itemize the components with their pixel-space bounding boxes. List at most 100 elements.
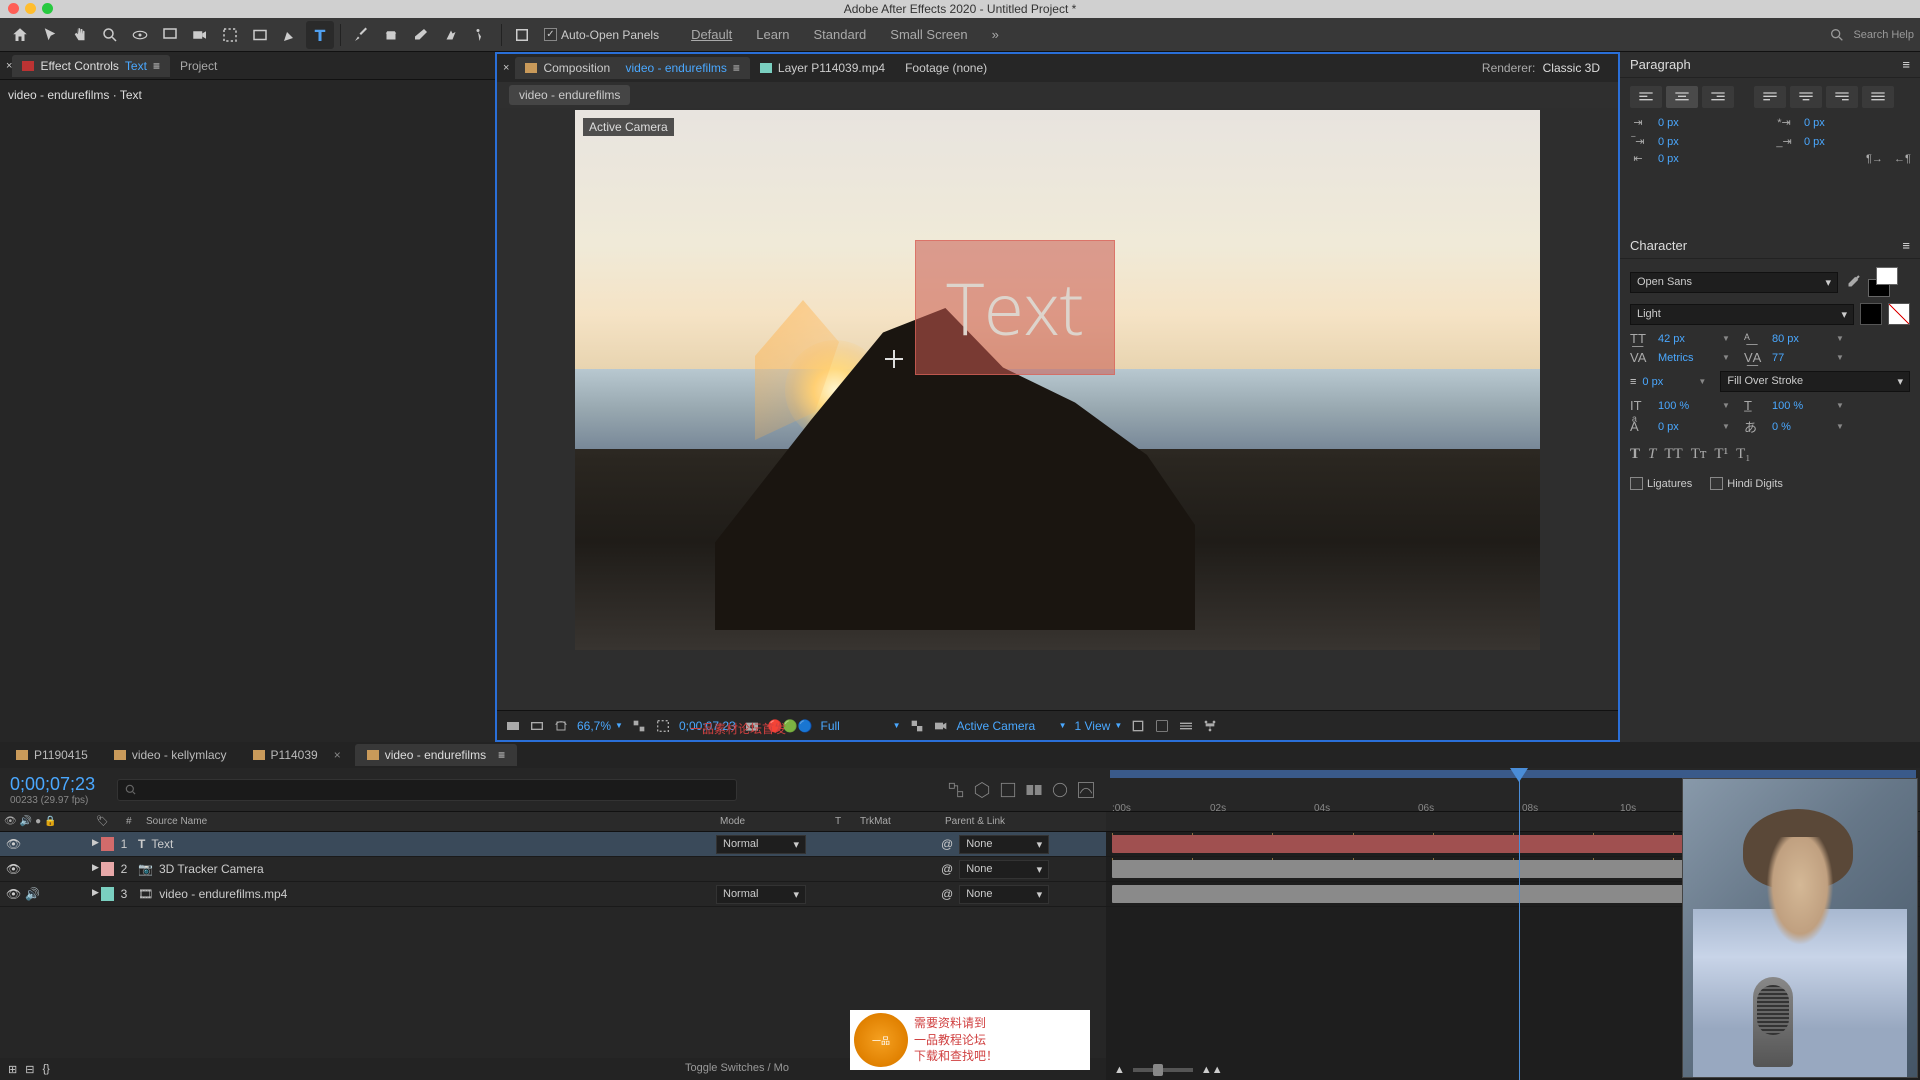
panel-menu-icon[interactable]: ≡ (1902, 238, 1910, 253)
layer-row-camera[interactable]: 👁 ▶ 2 📷3D Tracker Camera @None▾ (0, 857, 1106, 882)
timeline-tab-p1190415[interactable]: P1190415 (4, 744, 100, 766)
dropdown-icon[interactable]: ▼ (1722, 422, 1736, 431)
vscale-value[interactable]: 100 % (1658, 400, 1714, 412)
align-left[interactable] (1630, 86, 1662, 108)
justify-last-center[interactable] (1790, 86, 1822, 108)
frame-blend-icon[interactable] (1024, 780, 1044, 800)
secondary-swatch-black[interactable] (1860, 303, 1882, 325)
panel-menu-icon[interactable]: ≡ (153, 59, 160, 73)
audio-col-icon[interactable]: 🔊 (20, 816, 32, 827)
parent-dropdown[interactable]: None▾ (959, 835, 1049, 854)
dropdown-icon[interactable]: ▼ (1722, 353, 1736, 362)
timeline-tab-p114039[interactable]: P114039× (241, 744, 353, 766)
font-size-value[interactable]: 42 px (1658, 333, 1714, 345)
rectangle-tool[interactable] (246, 21, 274, 49)
project-tab[interactable]: Project (170, 55, 227, 77)
indent-right-value[interactable]: 0 px (1658, 153, 1854, 165)
hscale-value[interactable]: 100 % (1772, 400, 1828, 412)
anchor-point-icon[interactable] (885, 350, 903, 368)
dropdown-icon[interactable]: ▼ (1836, 334, 1850, 343)
workspace-default[interactable]: Default (691, 27, 732, 42)
workspace-standard[interactable]: Standard (814, 27, 867, 42)
workspace-overflow[interactable]: » (992, 27, 999, 42)
secondary-swatch-none[interactable] (1888, 303, 1910, 325)
clone-stamp-tool[interactable] (377, 21, 405, 49)
dropdown-icon[interactable]: ▼ (1836, 401, 1850, 410)
tsume-value[interactable]: 0 % (1772, 421, 1828, 433)
mask-toggle[interactable] (553, 718, 569, 734)
justify-last-right[interactable] (1826, 86, 1858, 108)
indent-first-value[interactable]: 0 px (1804, 117, 1910, 129)
superscript-toggle[interactable]: T¹ (1714, 446, 1728, 463)
stroke-width-value[interactable]: 0 px (1642, 376, 1692, 388)
roto-brush-tool[interactable] (437, 21, 465, 49)
fill-swatch[interactable] (1876, 267, 1898, 285)
all-caps-toggle[interactable]: TT (1664, 446, 1682, 463)
view-count-dropdown[interactable]: 1 View ▼ (1075, 719, 1123, 733)
orbit-tool[interactable] (126, 21, 154, 49)
timeline-tab-kellymlacy[interactable]: video - kellymlacy (102, 744, 239, 766)
visibility-toggle[interactable]: 👁 (6, 837, 21, 851)
justify-last-left[interactable] (1754, 86, 1786, 108)
zoom-dropdown[interactable]: 66,7% ▼ (577, 719, 623, 733)
parent-dropdown[interactable]: None▾ (959, 860, 1049, 879)
fast-preview-icon[interactable] (1154, 718, 1170, 734)
expand-icon[interactable]: ▶ (92, 887, 99, 901)
justify-all[interactable] (1862, 86, 1894, 108)
toggle-switches-modes[interactable]: Toggle Switches / Mo (685, 1062, 789, 1074)
parent-dropdown[interactable]: None▾ (959, 885, 1049, 904)
hindi-digits-checkbox[interactable]: Hindi Digits (1710, 477, 1783, 490)
tracking-value[interactable]: 77 (1772, 352, 1828, 364)
workspace-learn[interactable]: Learn (756, 27, 789, 42)
timeline-tab-endurefilms[interactable]: video - endurefilms≡ (355, 744, 517, 766)
stroke-mode-dropdown[interactable]: Fill Over Stroke▾ (1720, 371, 1910, 392)
zoom-in-icon[interactable]: ▲▲ (1201, 1064, 1223, 1076)
type-tool[interactable] (306, 21, 334, 49)
resolution-dropdown[interactable]: Full ▼ (821, 719, 901, 733)
faux-bold-toggle[interactable]: T (1630, 446, 1640, 463)
mode-header[interactable]: Mode (716, 816, 831, 827)
auto-open-panels-checkbox[interactable]: Auto-Open Panels (544, 28, 659, 42)
pickwhip-icon[interactable]: @ (941, 837, 953, 851)
toggle-switch-icon[interactable]: ⊞ (8, 1063, 17, 1076)
playhead-line[interactable] (1519, 768, 1520, 1080)
lock-col-icon[interactable]: 🔒 (44, 816, 56, 827)
pickwhip-icon[interactable]: @ (941, 862, 953, 876)
zoom-tool[interactable] (96, 21, 124, 49)
selection-tool[interactable] (36, 21, 64, 49)
layer-row-video[interactable]: 👁🔊 ▶ 3 🎞video - endurefilms.mp4 Normal▾ … (0, 882, 1106, 907)
fill-stroke-swatches[interactable] (1868, 267, 1910, 297)
rotation-tool[interactable] (156, 21, 184, 49)
source-name-header[interactable]: Source Name (142, 816, 716, 827)
expand-icon[interactable]: ▶ (92, 862, 99, 876)
audio-toggle[interactable]: 🔊 (25, 887, 40, 901)
space-after-value[interactable]: 0 px (1804, 136, 1910, 148)
align-center[interactable] (1666, 86, 1698, 108)
zoom-out-icon[interactable]: ▲ (1114, 1064, 1125, 1076)
footage-tab[interactable]: Footage (none) (895, 57, 997, 79)
layer-tab[interactable]: Layer P114039.mp4 (750, 57, 895, 79)
solo-col-icon[interactable]: ● (35, 816, 41, 827)
flowchart-icon[interactable] (1202, 718, 1218, 734)
channel-toggle[interactable] (529, 718, 545, 734)
blend-mode-dropdown[interactable]: Normal▾ (716, 835, 806, 854)
faux-italic-toggle[interactable]: T (1648, 446, 1656, 463)
camera-tool[interactable] (186, 21, 214, 49)
puppet-tool[interactable] (467, 21, 495, 49)
align-right[interactable] (1702, 86, 1734, 108)
draft-3d-icon[interactable] (972, 780, 992, 800)
small-caps-toggle[interactable]: Tᴛ (1691, 446, 1707, 463)
eraser-tool[interactable] (407, 21, 435, 49)
dropdown-icon[interactable]: ▼ (1836, 353, 1850, 362)
maximize-window[interactable] (42, 3, 53, 14)
transparency-grid-icon[interactable] (909, 718, 925, 734)
baseline-value[interactable]: 0 px (1658, 421, 1714, 433)
space-before-value[interactable]: 0 px (1658, 136, 1764, 148)
pixel-aspect-icon[interactable] (1130, 718, 1146, 734)
eyedropper-icon[interactable] (1844, 273, 1862, 291)
zoom-slider[interactable] (1133, 1068, 1193, 1072)
indent-left-value[interactable]: 0 px (1658, 117, 1764, 129)
hand-tool[interactable] (66, 21, 94, 49)
toggle-switch-icon[interactable]: ⊟ (25, 1063, 34, 1076)
snapping-toggle[interactable] (508, 21, 536, 49)
